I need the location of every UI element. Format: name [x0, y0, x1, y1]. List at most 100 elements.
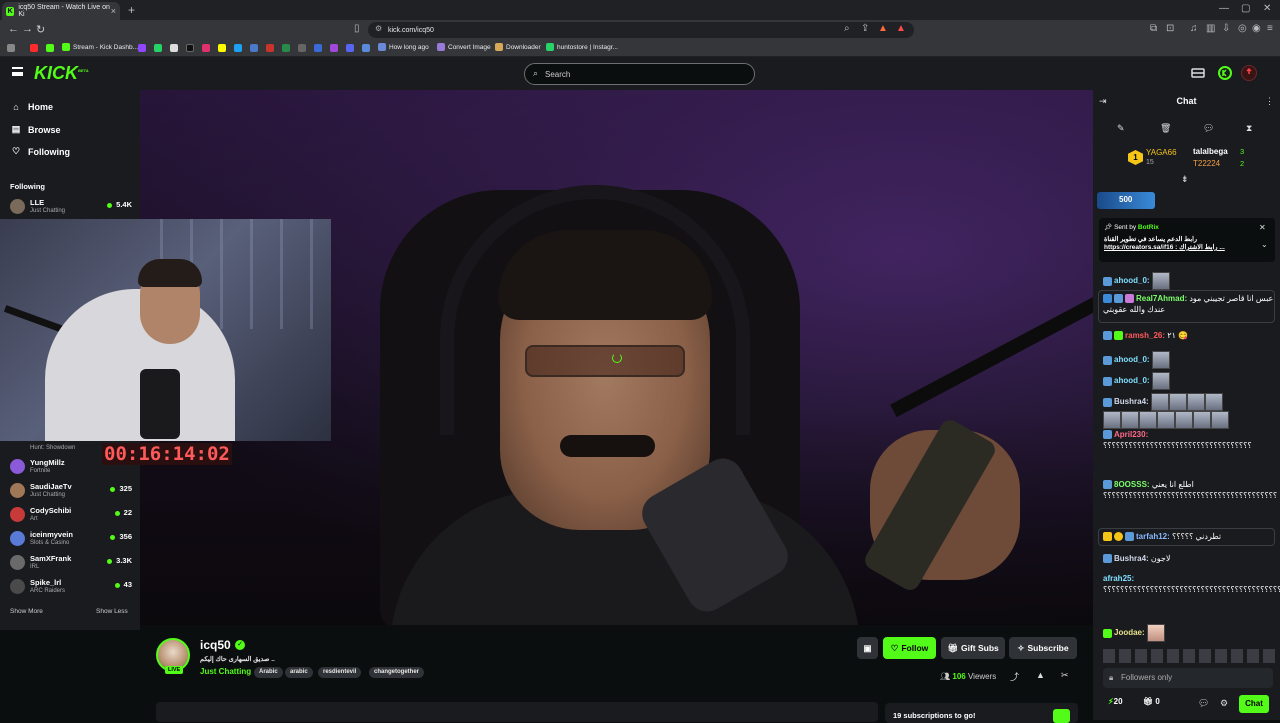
emote-bar[interactable] [1103, 649, 1275, 663]
leaderboard-user[interactable]: YAGA66 [1146, 148, 1177, 157]
extensions-icon[interactable]: ⧉ [1150, 23, 1157, 34]
following-channel-codyschibi[interactable]: CodySchibi Art 22 [10, 504, 132, 526]
expand-pinned-icon[interactable]: ⌄ [1261, 240, 1268, 249]
chat-options-icon[interactable]: ⋮ [1265, 96, 1274, 107]
sidebar-icon[interactable]: ▥ [1206, 23, 1215, 34]
expand-leaderboard-icon[interactable]: ⇟ [1181, 174, 1189, 185]
youtube-bookmark-icon[interactable] [30, 44, 38, 52]
nav-home[interactable]: ⌂ Home [10, 102, 53, 112]
gift-subs-button[interactable]: 🎁︎ Gift Subs [941, 637, 1005, 659]
chat-input[interactable]: 🔒︎ Followers only [1103, 668, 1273, 688]
kick-coin-icon[interactable] [1218, 66, 1232, 80]
media-icon[interactable]: ♫ [1190, 23, 1198, 34]
kicks-balance[interactable]: ⚡︎20 [1108, 697, 1123, 706]
gifts-balance[interactable]: 🎁︎ 0 [1143, 697, 1160, 706]
nav-following[interactable]: ♡ Following [10, 146, 70, 157]
bookmark-downloader[interactable]: Downloader [495, 43, 541, 51]
brave-rewards-icon[interactable]: ▲ [896, 23, 906, 34]
maximize-icon[interactable]: ▢ [1241, 3, 1250, 14]
new-tab-icon[interactable]: + [128, 3, 135, 17]
leaderboard-user[interactable]: T22224 [1193, 159, 1220, 168]
x-bookmark-icon[interactable] [170, 44, 178, 52]
close-window-icon[interactable]: ✕ [1263, 3, 1271, 14]
tiktok-bookmark-icon[interactable] [186, 44, 194, 52]
show-less-button[interactable]: Show Less [96, 608, 128, 615]
screenshot-icon[interactable]: ⊡ [1166, 23, 1174, 34]
bookmark-how-long-ago[interactable]: How long ago [378, 43, 429, 51]
unpin-icon[interactable]: ✕ [1259, 223, 1266, 232]
bookmark-icon-8[interactable] [250, 44, 258, 52]
brave-shield-icon[interactable]: ▲ [878, 23, 888, 34]
instagram-bookmark-icon[interactable] [202, 44, 210, 52]
subscribe-button[interactable]: ✧ Subscribe [1009, 637, 1077, 659]
theater-mode-button[interactable]: ▣ [857, 637, 878, 659]
snapchat-bookmark-icon[interactable] [218, 44, 226, 52]
send-chat-button[interactable]: Chat [1239, 695, 1269, 713]
menu-icon[interactable]: ≡ [1267, 23, 1273, 34]
nav-browse[interactable]: ▤ Browse [10, 124, 61, 135]
bookmark-convert-image[interactable]: Convert Image [437, 43, 491, 51]
bookmark-icon-10[interactable] [282, 44, 290, 52]
more-options-icon[interactable]: ✂ [1061, 670, 1069, 681]
bookmark-icon-13[interactable] [330, 44, 338, 52]
zoom-icon[interactable]: ⌕ [844, 23, 850, 34]
delete-icon[interactable]: 🗑︎ [1160, 123, 1171, 134]
reload-icon[interactable]: ↻ [36, 23, 45, 36]
following-channel-spike[interactable]: Spike_lrl ARC Raiders 43 [10, 576, 132, 598]
category-link[interactable]: Just Chatting [200, 667, 251, 676]
bookmark-icon-7[interactable] [234, 44, 242, 52]
report-icon[interactable]: ▲ [1036, 670, 1045, 680]
sub-goal-button[interactable] [1053, 709, 1070, 723]
github-bookmark-icon[interactable] [298, 44, 306, 52]
following-channel-lle[interactable]: LLE Just Chatting 5.4K [10, 196, 132, 218]
downloads-icon[interactable]: ⇩ [1222, 23, 1230, 34]
bookmark-icon-15[interactable] [362, 44, 370, 52]
whatsapp-bookmark-icon[interactable] [154, 44, 162, 52]
follow-button[interactable]: ♡ Follow [883, 637, 936, 659]
tag-chip[interactable]: resdientevil [318, 667, 362, 678]
inbox-icon[interactable] [1191, 66, 1205, 80]
tag-chip[interactable]: changetogether [369, 667, 425, 678]
bookmark-icon-9[interactable] [266, 44, 274, 52]
apps-grid-icon[interactable] [7, 44, 15, 52]
user-avatar-icon[interactable] [1241, 65, 1257, 81]
pinned-link[interactable]: https://creators.sa/if16 : رابط الاشتراك… [1104, 243, 1270, 251]
chat-bubble-icon[interactable]: 💬︎ [1203, 123, 1214, 134]
tag-chip[interactable]: Arabic [254, 667, 283, 678]
tag-chip[interactable]: arabic [285, 667, 313, 678]
site-info-icon[interactable]: ⚙ [375, 24, 382, 33]
emote-picker-icon[interactable]: 💬︎ [1198, 698, 1209, 709]
share-icon[interactable]: ⤴ [1010, 670, 1019, 683]
bookmark-huntostore[interactable]: huntostore | Instagr... [546, 43, 618, 51]
kick-bookmark-icon[interactable] [46, 44, 54, 52]
bookmark-kick-dashboard[interactable]: Stream - Kick Dashb... [62, 43, 138, 51]
back-icon[interactable]: ← [8, 23, 19, 35]
kicks-badge[interactable]: 500 [1097, 192, 1155, 209]
browser-tab[interactable]: K icq50 Stream - Watch Live on Ki × [2, 2, 120, 20]
channel-name[interactable]: icq50 [200, 638, 231, 652]
forward-icon[interactable]: → [22, 23, 33, 35]
vpn-icon[interactable]: ◉ [1252, 23, 1261, 34]
share-icon[interactable]: ⇪ [861, 23, 869, 34]
kick-logo[interactable]: KICKBETA [34, 63, 89, 84]
discord-bookmark-icon[interactable] [346, 44, 354, 52]
leaderboard-user[interactable]: talalbega [1193, 147, 1228, 156]
address-bar[interactable]: ⚙ kick.com/icq50 [368, 22, 914, 38]
hourglass-icon[interactable]: ⧗ [1246, 123, 1252, 134]
following-channel-saudijaetv[interactable]: SaudiJaeTv Just Chatting 325 [10, 480, 132, 502]
pinned-message[interactable]: 📌︎ Sent by BotRix رابط الدعم يساعد في تط… [1099, 218, 1275, 262]
following-channel-iceinmyvein[interactable]: iceinmyvein Slots & Casino 356 [10, 528, 132, 550]
mod-pin-icon[interactable]: ✎ [1117, 123, 1125, 134]
twitch-bookmark-icon[interactable] [138, 44, 146, 52]
following-channel-samxfrank[interactable]: SamXFrank IRL 3.3K [10, 552, 132, 574]
wallet-icon[interactable]: ◎ [1238, 23, 1247, 34]
chat-settings-icon[interactable]: ⚙ [1220, 698, 1228, 709]
minimize-icon[interactable]: — [1219, 3, 1229, 14]
bookmark-icon-12[interactable] [314, 44, 322, 52]
close-tab-icon[interactable]: × [111, 6, 116, 16]
show-more-button[interactable]: Show More [10, 608, 43, 615]
search-input[interactable]: ⌕ Search [524, 63, 755, 85]
menu-hamburger-icon[interactable] [12, 67, 23, 76]
leaderboard-rank-badge: 1 [1128, 150, 1143, 165]
bookmark-star-icon[interactable]: ▯ [354, 23, 360, 34]
